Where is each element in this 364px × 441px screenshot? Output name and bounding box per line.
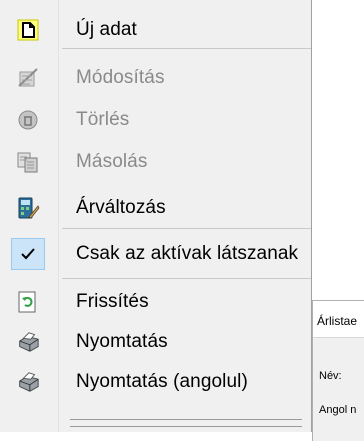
menu-separator [62,228,311,229]
context-menu: Új adat Módosítás Törlés Másolás Árválto… [0,0,312,432]
menu-item-label: Nyomtatás [76,331,168,352]
check-icon [11,238,45,270]
copy-icon [16,150,40,174]
menu-item-label: Törlés [76,109,130,130]
english-name-field-label: Angol n [319,404,357,416]
menu-item-price-change[interactable]: Árváltozás [0,190,363,226]
menu-item-print[interactable]: Nyomtatás [0,324,363,360]
printer-icon [16,370,40,394]
menu-item-only-active[interactable]: Csak az aktívak látszanak [0,236,363,272]
printer-icon [16,330,40,354]
menu-item-new[interactable]: Új adat [0,12,363,48]
edit-icon [16,66,40,90]
menu-separator [62,278,311,279]
menu-item-copy[interactable]: Másolás [0,144,363,180]
menu-item-label: Másolás [76,151,148,172]
menu-item-label: Árváltozás [76,197,166,218]
refresh-icon [16,290,40,314]
menu-item-label: Csak az aktívak látszanak [76,243,299,264]
menu-item-print-english[interactable]: Nyomtatás (angolul) [0,364,363,400]
menu-item-label: Nyomtatás (angolul) [76,371,248,392]
menu-bottom-edge [70,419,302,427]
menu-item-refresh[interactable]: Frissítés [0,284,363,320]
menu-item-delete[interactable]: Törlés [0,102,363,138]
price-change-icon [16,196,40,220]
menu-separator [62,48,311,49]
menu-item-label: Módosítás [76,67,165,88]
menu-item-label: Új adat [76,19,137,40]
delete-icon [16,108,40,132]
menu-item-edit[interactable]: Módosítás [0,60,363,96]
new-document-icon [16,18,40,42]
menu-item-label: Frissítés [76,291,149,312]
